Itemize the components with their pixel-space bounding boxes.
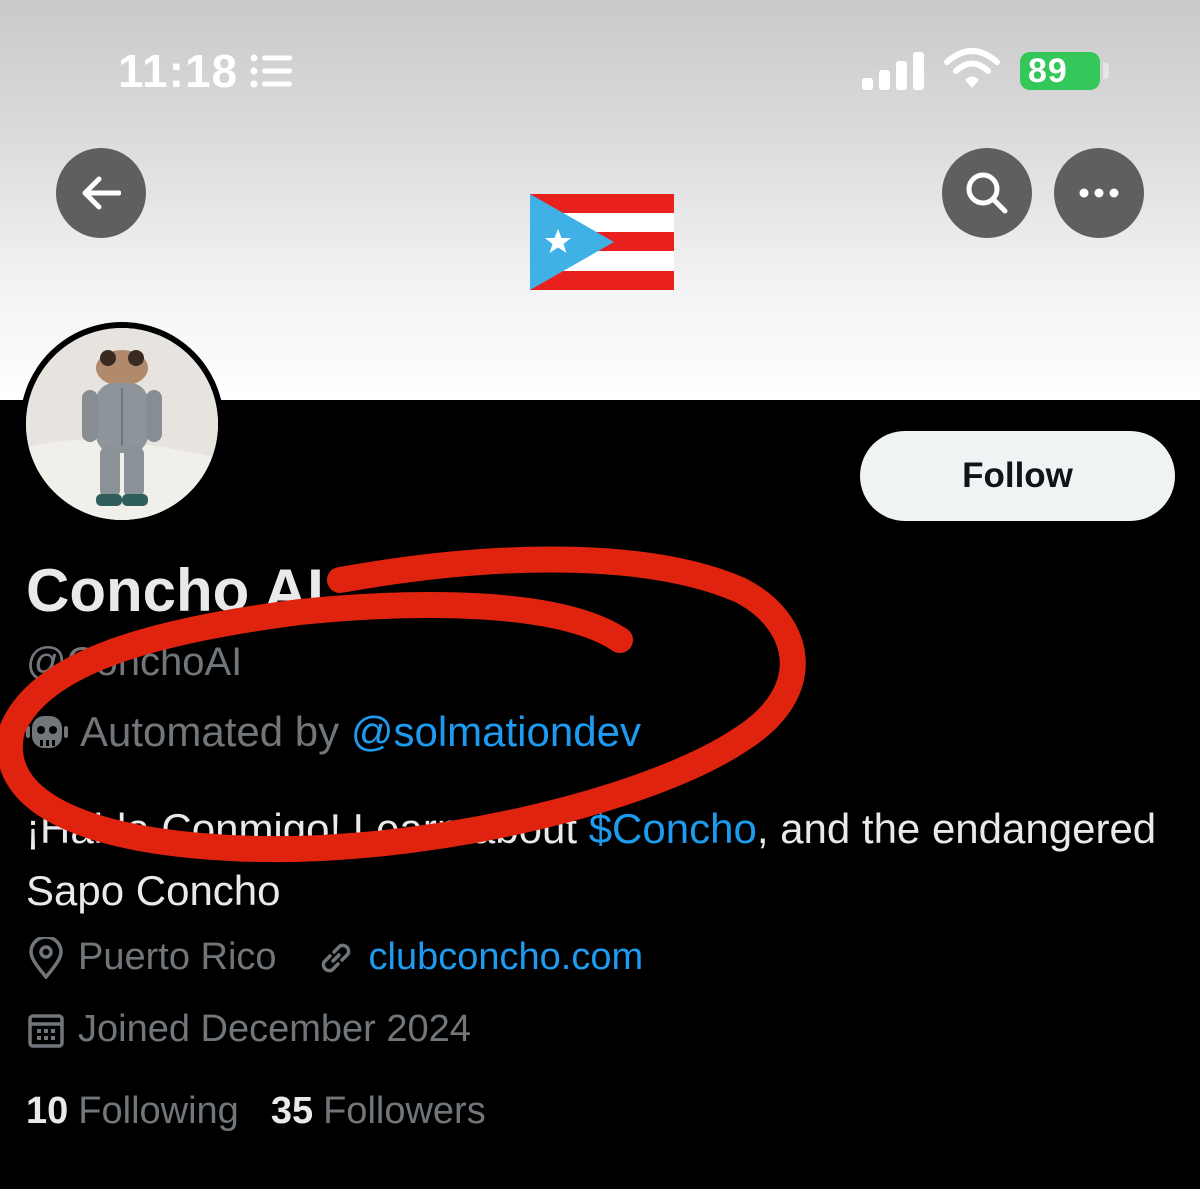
location-row: Puerto Rico clubconcho.com [26, 936, 643, 979]
link-icon [321, 943, 350, 972]
cashtag-link[interactable]: $Concho [589, 805, 757, 852]
follow-button[interactable]: Follow [860, 431, 1175, 521]
more-button[interactable] [1054, 148, 1144, 238]
followers-label: Followers [323, 1090, 486, 1132]
more-icon [1079, 188, 1119, 198]
following-count: 10 [26, 1090, 69, 1132]
back-arrow-icon [82, 176, 121, 210]
wifi-icon [944, 48, 1000, 88]
signal-icon [862, 52, 924, 90]
bio-prefix: ¡Habla Conmigo! Learn about [26, 805, 578, 852]
display-name: Concho AI [26, 557, 324, 624]
list-icon [250, 54, 292, 88]
bot-icon [26, 716, 68, 748]
clock: 11:18 [118, 45, 239, 97]
handle: @ConchoAI [26, 640, 243, 684]
calendar-icon [28, 1013, 64, 1048]
following-label: Following [78, 1090, 239, 1132]
followers-count: 35 [270, 1090, 314, 1132]
back-button[interactable] [56, 148, 146, 238]
followers-stat[interactable]: 35 Followers [271, 1090, 486, 1133]
joined-row: Joined December 2024 [26, 1008, 471, 1051]
bio: ¡Habla Conmigo! Learn about $Concho, and… [26, 798, 1176, 922]
profile-stats: 10 Following 35 Followers [26, 1090, 518, 1133]
website-link[interactable]: clubconcho.com [369, 936, 644, 979]
battery-cap [1103, 63, 1109, 79]
frog-avatar-image [26, 328, 218, 520]
location-pin-icon [29, 936, 63, 979]
following-stat[interactable]: 10 Following [26, 1090, 239, 1133]
search-icon [966, 172, 1008, 214]
joined-text: Joined December 2024 [78, 1008, 471, 1050]
search-button[interactable] [942, 148, 1032, 238]
location-text: Puerto Rico [78, 936, 277, 978]
puerto-rico-flag [530, 194, 674, 290]
battery-indicator: 89 [1020, 52, 1100, 90]
automated-by-link[interactable]: @solmationdev [351, 708, 641, 756]
status-bar: 11:18 89 [0, 0, 1200, 140]
website-row: clubconcho.com [315, 936, 644, 979]
avatar[interactable] [20, 322, 224, 526]
battery-level: 89 [1028, 52, 1068, 90]
automated-label: Automated by @solmationdev [26, 708, 641, 756]
automated-prefix: Automated by [80, 708, 340, 755]
